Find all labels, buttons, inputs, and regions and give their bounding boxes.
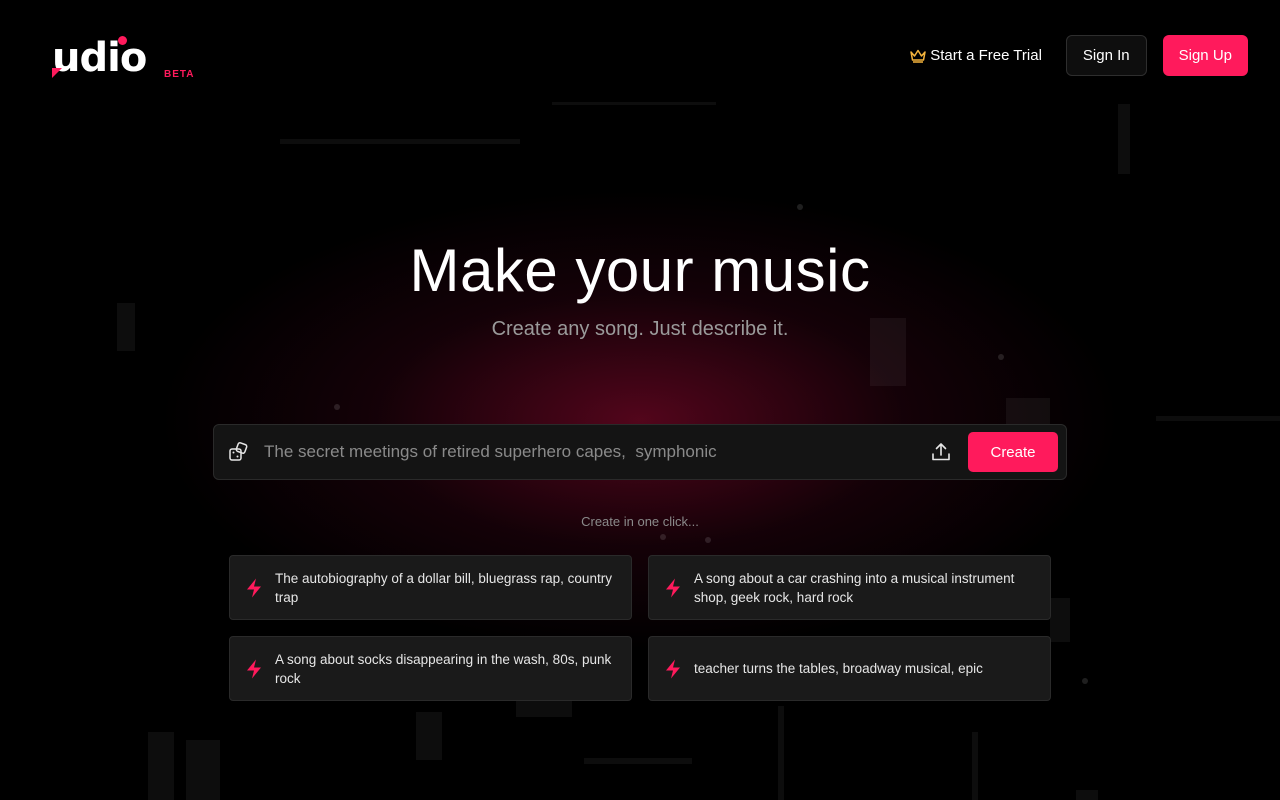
background-dot: [1082, 678, 1088, 684]
background-shape: [1118, 104, 1130, 174]
suggestion-text: A song about a car crashing into a music…: [694, 570, 1015, 605]
one-click-heading: Create in one click...: [581, 514, 699, 529]
background-dot: [334, 404, 340, 410]
prompt-bar: Create: [213, 424, 1067, 480]
suggestion-card[interactable]: teacher turns the tables, broadway music…: [648, 636, 1051, 701]
beta-badge: BETA: [164, 69, 195, 80]
dice-icon[interactable]: [228, 441, 250, 463]
logo-dot: [118, 36, 127, 45]
brand-logo[interactable]: udio BETA: [52, 36, 194, 80]
background-shape: [1156, 416, 1280, 421]
background-shape: [280, 139, 520, 144]
background-shape: [148, 732, 174, 800]
background-dot: [660, 534, 666, 540]
lightning-icon: [247, 659, 261, 678]
upload-icon[interactable]: [930, 441, 952, 463]
sign-in-button[interactable]: Sign In: [1065, 35, 1147, 76]
background-shape: [584, 758, 692, 764]
background-shape: [516, 700, 572, 717]
crown-icon: [910, 49, 926, 63]
background-shape: [778, 706, 784, 800]
top-nav: Start a Free Trial Sign In Sign Up: [910, 35, 1248, 76]
suggestion-grid: The autobiography of a dollar bill, blue…: [229, 555, 1051, 701]
prompt-input[interactable]: [264, 432, 922, 472]
hero-title: Make your music: [409, 237, 871, 304]
background-shape: [1006, 398, 1050, 424]
create-button[interactable]: Create: [968, 432, 1058, 472]
suggestion-card[interactable]: A song about a car crashing into a music…: [648, 555, 1051, 620]
background-dot: [998, 354, 1004, 360]
lightning-icon: [247, 578, 261, 597]
background-shape: [552, 102, 716, 105]
background-dot: [705, 537, 711, 543]
lightning-icon: [666, 578, 680, 597]
logo-accent: [52, 68, 62, 78]
lightning-icon: [666, 659, 680, 678]
hero-subtitle: Create any song. Just describe it.: [491, 318, 789, 340]
suggestion-text: A song about socks disappearing in the w…: [275, 651, 612, 686]
suggestion-text: The autobiography of a dollar bill, blue…: [275, 570, 612, 605]
background-dot: [797, 204, 803, 210]
background-shape: [1076, 790, 1098, 800]
background-shape: [416, 712, 442, 760]
free-trial-link[interactable]: Start a Free Trial: [910, 47, 1042, 64]
suggestion-card[interactable]: A song about socks disappearing in the w…: [229, 636, 632, 701]
suggestion-text: teacher turns the tables, broadway music…: [694, 661, 983, 676]
background-shape: [186, 740, 220, 800]
suggestion-card[interactable]: The autobiography of a dollar bill, blue…: [229, 555, 632, 620]
free-trial-label: Start a Free Trial: [930, 47, 1042, 64]
logo-wordmark: udio: [52, 35, 147, 81]
background-shape: [972, 732, 978, 800]
logo-mark: udio: [52, 36, 160, 80]
background-shape: [1050, 598, 1070, 642]
sign-up-button[interactable]: Sign Up: [1162, 35, 1248, 76]
